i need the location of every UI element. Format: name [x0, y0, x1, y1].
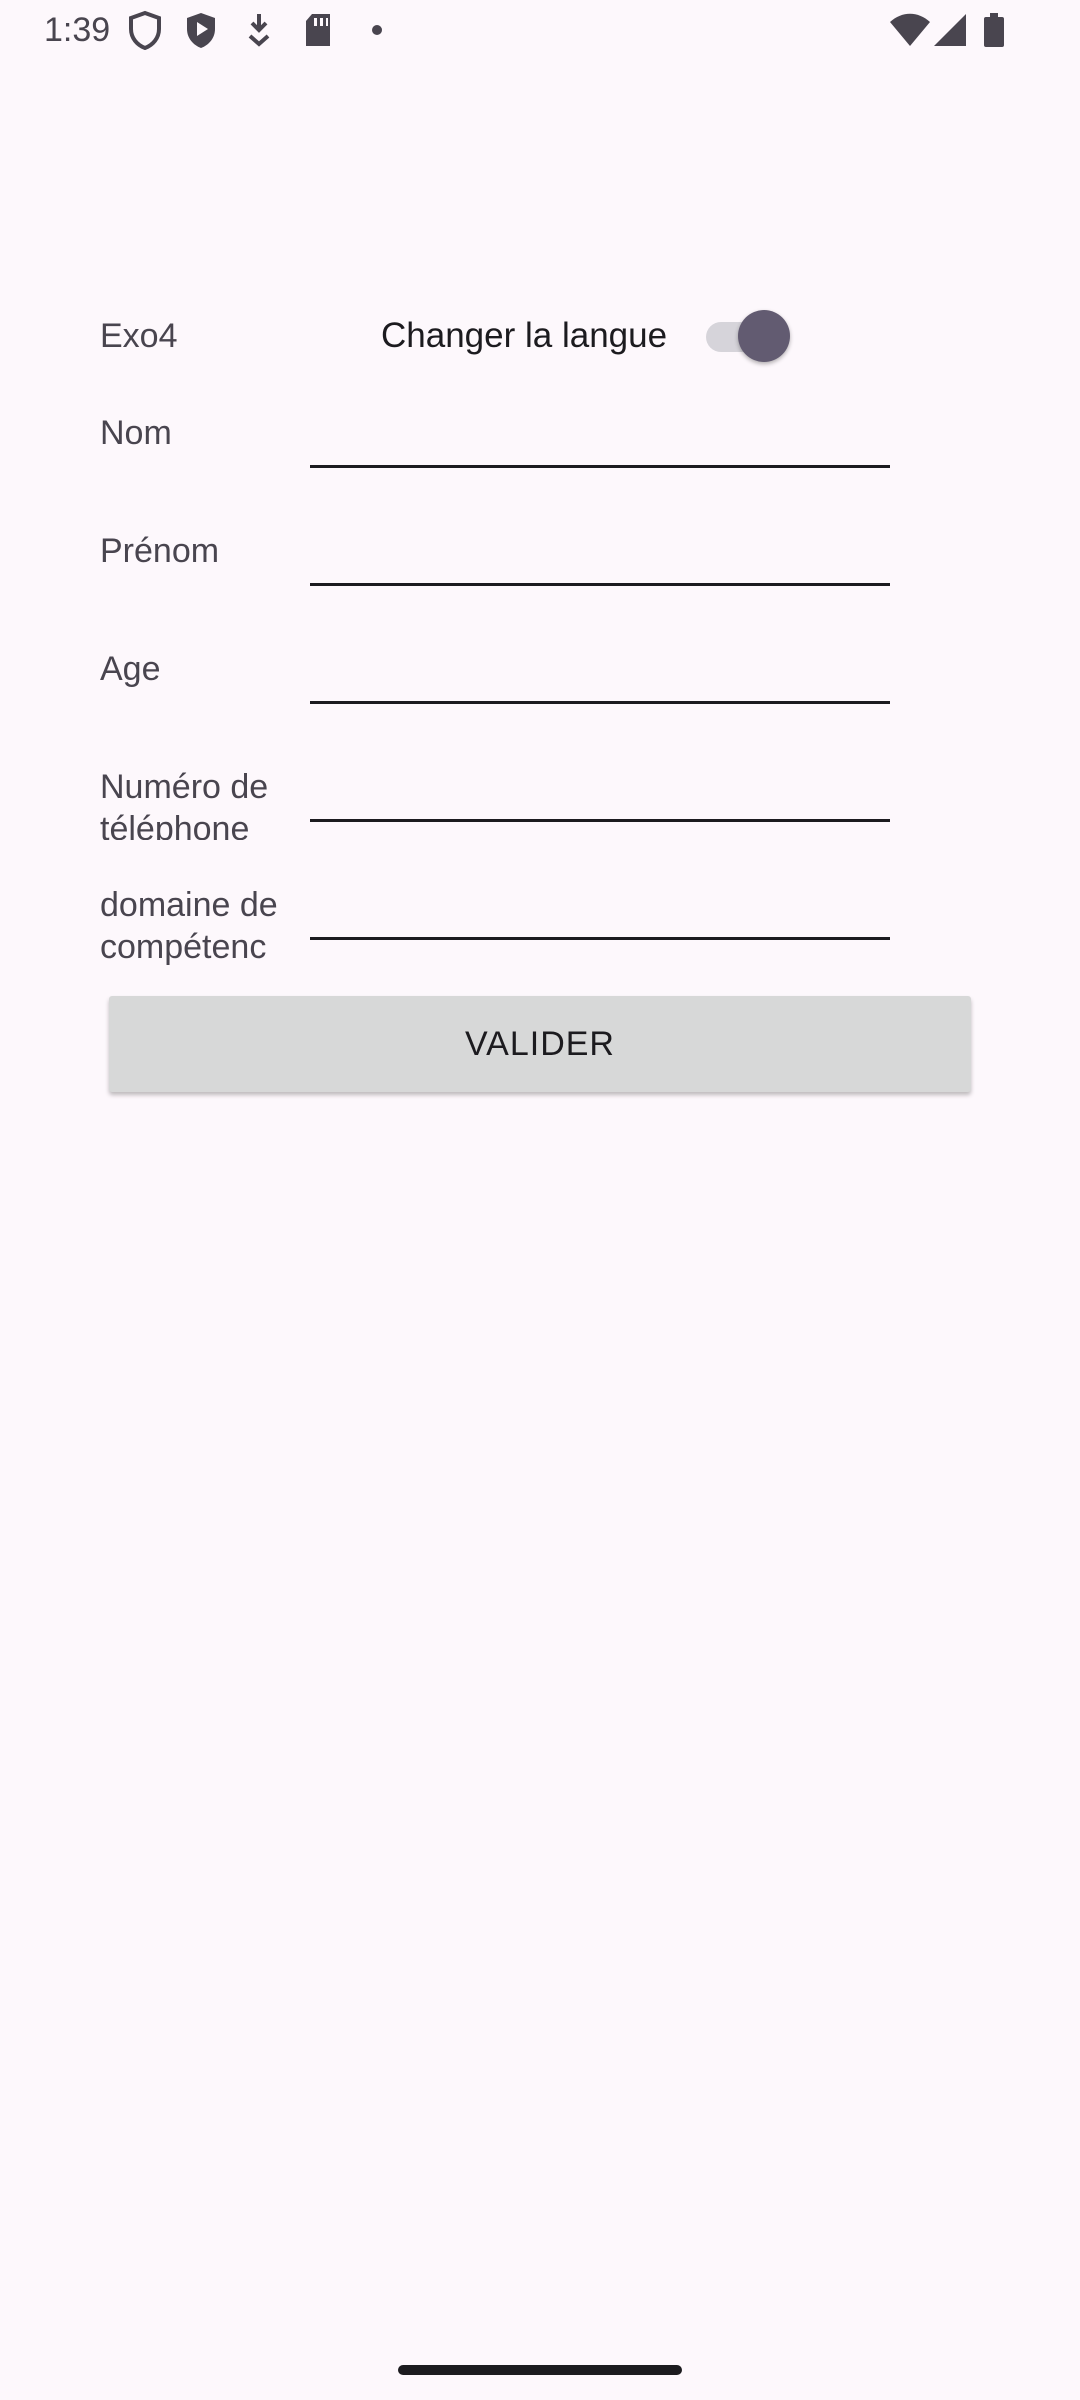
language-toggle-switch[interactable] — [700, 306, 792, 366]
status-time: 1:39 — [44, 11, 111, 49]
skill-domain-field[interactable] — [310, 880, 890, 940]
validate-button[interactable]: VALIDER — [109, 996, 971, 1092]
shield-outline-icon — [128, 10, 162, 50]
last-name-field[interactable] — [310, 408, 890, 468]
battery-icon — [982, 10, 1006, 50]
wifi-icon — [888, 10, 932, 50]
sd-card-icon — [302, 10, 334, 50]
skill-domain-label: domaine de compétenc — [100, 886, 278, 966]
first-name-label: Prénom — [100, 532, 220, 570]
phone-label: Numéro de téléphone — [100, 768, 269, 840]
phone-field[interactable] — [310, 762, 890, 822]
gesture-navigation-bar[interactable] — [398, 2365, 682, 2375]
status-bar: 1:39 — [0, 0, 1080, 62]
switch-thumb — [738, 310, 790, 362]
shield-play-icon — [184, 10, 218, 50]
language-toggle-label: Changer la langue — [381, 316, 668, 355]
dot-icon — [370, 10, 384, 50]
download-icon — [246, 10, 272, 50]
age-label: Age — [100, 650, 161, 688]
last-name-label: Nom — [100, 414, 172, 452]
signal-icon — [932, 10, 968, 50]
first-name-field[interactable] — [310, 526, 890, 586]
app-title: Exo4 — [100, 317, 178, 355]
age-field[interactable] — [310, 644, 890, 704]
